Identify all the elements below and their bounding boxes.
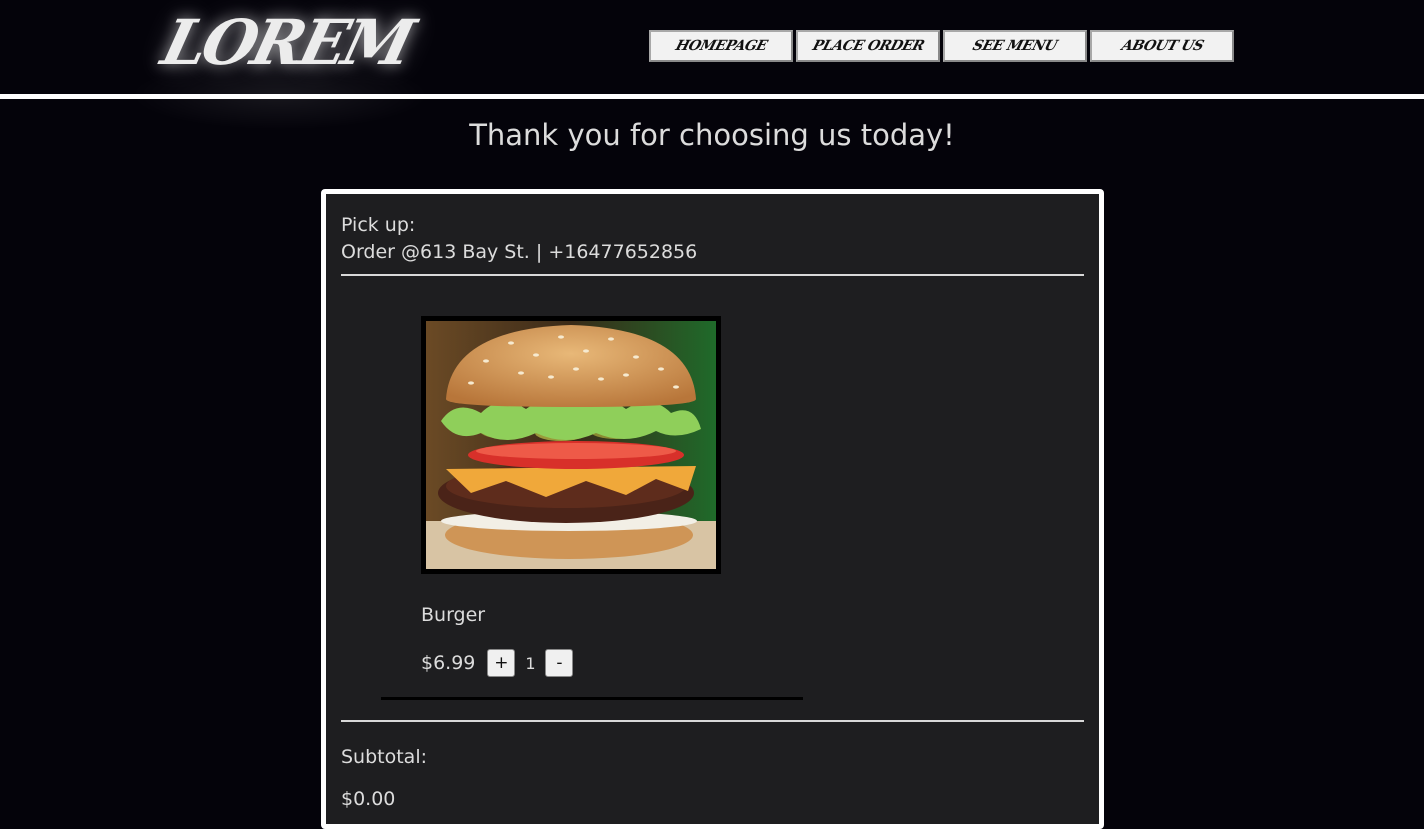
increment-quantity-button[interactable]: + <box>487 649 516 677</box>
panel-divider-bottom <box>341 720 1084 722</box>
item-price: $6.99 <box>421 652 476 674</box>
burger-image <box>421 316 721 574</box>
nav-homepage-label: HOMEPAGE <box>673 38 769 54</box>
site-logo[interactable]: LOREM <box>155 6 418 79</box>
nav-see-menu-label: SEE MENU <box>970 38 1060 54</box>
panel-divider-top <box>341 274 1084 276</box>
item-name: Burger <box>421 604 486 626</box>
pickup-label: Pick up: <box>341 214 416 236</box>
subtotal-value: $0.00 <box>341 788 396 810</box>
item-divider <box>381 697 803 700</box>
nav-place-order-label: PLACE ORDER <box>810 38 926 54</box>
item-price-row: $6.99 + 1 - <box>421 649 574 677</box>
nav-about-us-label: ABOUT US <box>1119 38 1205 54</box>
page-title: Thank you for choosing us today! <box>469 118 955 152</box>
subtotal-label: Subtotal: <box>341 746 428 768</box>
nav-homepage-button[interactable]: HOMEPAGE <box>649 30 793 62</box>
nav-see-menu-button[interactable]: SEE MENU <box>943 30 1087 62</box>
main-nav: HOMEPAGE PLACE ORDER SEE MENU ABOUT US <box>649 30 1234 62</box>
pickup-address: Order @613 Bay St. | +16477652856 <box>341 241 698 263</box>
order-panel: Pick up: Order @613 Bay St. | +164776528… <box>321 189 1104 829</box>
burger-illustration <box>426 321 716 569</box>
site-header: LOREM HOMEPAGE PLACE ORDER SEE MENU ABOU… <box>0 0 1424 130</box>
nav-place-order-button[interactable]: PLACE ORDER <box>796 30 940 62</box>
nav-about-us-button[interactable]: ABOUT US <box>1090 30 1234 62</box>
decrement-quantity-button[interactable]: - <box>545 649 574 677</box>
header-divider <box>0 94 1424 99</box>
item-quantity: 1 <box>525 653 536 673</box>
